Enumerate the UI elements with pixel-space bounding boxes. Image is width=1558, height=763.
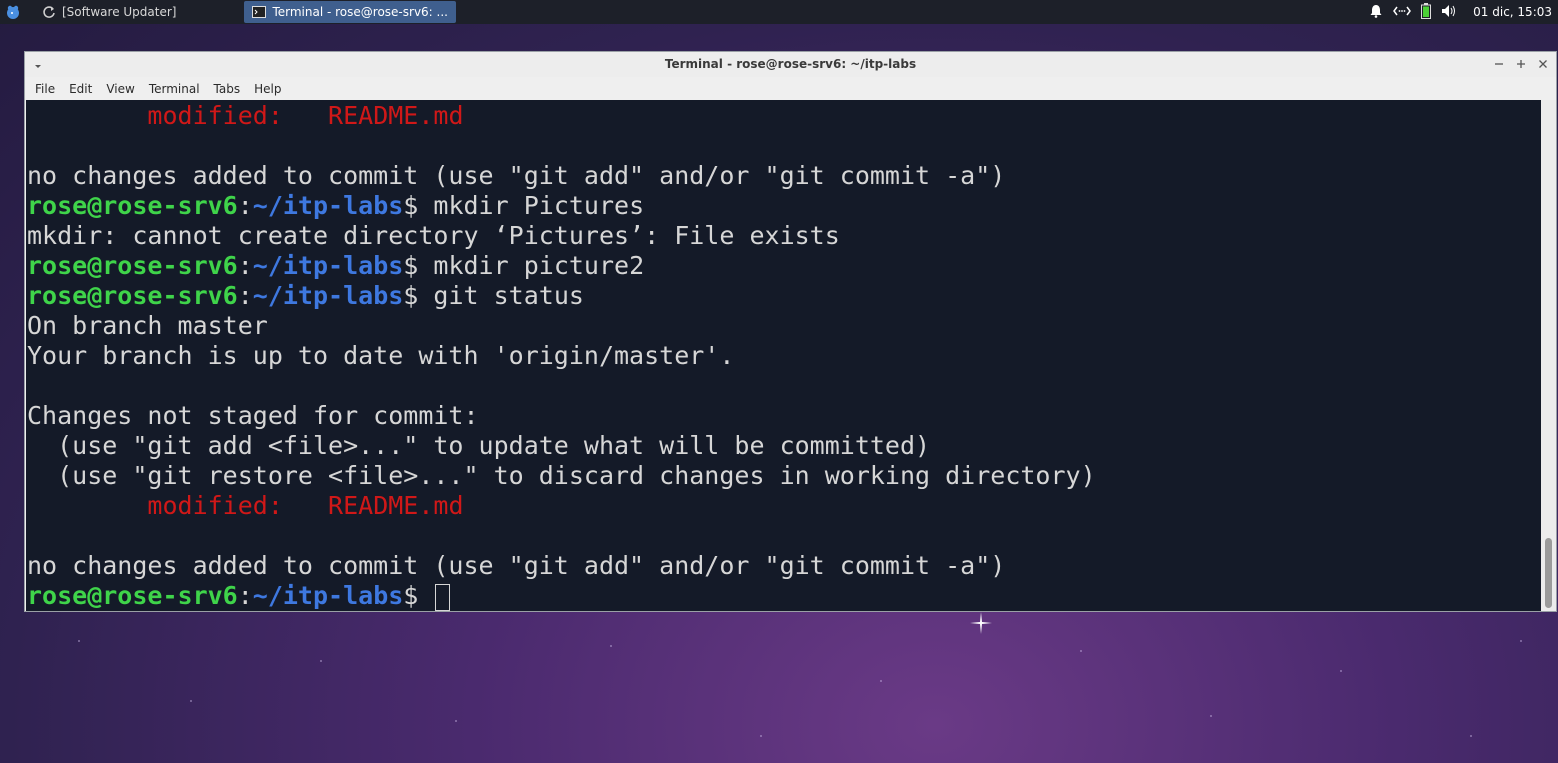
star — [455, 720, 457, 722]
maximize-icon[interactable] — [1514, 56, 1528, 72]
prompt-symbol: $ — [403, 581, 434, 610]
output-line: Changes not staged for commit: — [27, 401, 479, 431]
line-text: (use "git add <file>..." to update what … — [27, 431, 931, 460]
taskbar-item-label: [Software Updater] — [62, 5, 177, 19]
star — [78, 640, 80, 642]
prompt-user: rose@rose-srv6 — [27, 191, 238, 220]
output-line: modified: README.md — [27, 491, 464, 521]
window-title: Terminal - rose@rose-srv6: ~/itp-labs — [664, 57, 917, 71]
command-text: mkdir Pictures — [433, 191, 645, 220]
notification-bell-icon[interactable] — [1369, 4, 1383, 21]
terminal-icon — [252, 5, 267, 19]
line-text: On branch master — [27, 311, 268, 340]
prompt-path: ~/itp-labs — [252, 581, 404, 610]
star — [320, 660, 322, 662]
star — [1080, 650, 1082, 652]
prompt-line: rose@rose-srv6:~/itp-labs$ mkdir Picture… — [27, 191, 644, 221]
battery-level — [1423, 6, 1430, 17]
network-icon[interactable] — [1393, 4, 1412, 21]
star — [610, 645, 612, 647]
whisker-menu-button[interactable] — [0, 0, 26, 24]
menu-file[interactable]: File — [28, 82, 62, 96]
prompt-separator: : — [237, 581, 253, 610]
window-controls — [1492, 56, 1550, 72]
taskbar-item-label: Terminal - rose@rose-srv6: ... — [272, 5, 448, 19]
prompt-separator: : — [237, 281, 253, 310]
scrollbar-thumb[interactable] — [1545, 538, 1552, 608]
prompt-line: rose@rose-srv6:~/itp-labs$ mkdir picture… — [27, 251, 644, 281]
menu-view[interactable]: View — [99, 82, 141, 96]
line-text: modified: README.md — [147, 101, 464, 130]
output-line: mkdir: cannot create directory ‘Pictures… — [27, 221, 840, 251]
output-line: no changes added to commit (use "git add… — [27, 551, 1005, 581]
line-text: modified: README.md — [147, 491, 464, 520]
close-icon[interactable] — [1536, 56, 1550, 72]
star — [1340, 670, 1342, 672]
top-panel: [Software Updater] Terminal - rose@rose-… — [0, 0, 1558, 24]
output-line: (use "git restore <file>..." to discard … — [27, 461, 1096, 491]
star — [1520, 640, 1522, 642]
prompt-user: rose@rose-srv6 — [27, 281, 238, 310]
system-tray: 01 dic, 15:03 — [1369, 0, 1552, 24]
output-line: Your branch is up to date with 'origin/m… — [27, 341, 734, 371]
menu-edit[interactable]: Edit — [62, 82, 99, 96]
command-text: git status — [433, 281, 584, 310]
line-text: (use "git restore <file>..." to discard … — [27, 461, 1096, 490]
output-line: modified: README.md — [27, 101, 464, 131]
prompt-path: ~/itp-labs — [252, 281, 404, 310]
prompt-symbol: $ — [403, 251, 434, 280]
menu-tabs[interactable]: Tabs — [207, 82, 248, 96]
text-cursor — [435, 583, 451, 611]
line-text: no changes added to commit (use "git add… — [27, 551, 1006, 580]
line-text: mkdir: cannot create directory ‘Pictures… — [27, 221, 840, 250]
clock[interactable]: 01 dic, 15:03 — [1473, 5, 1552, 19]
minimize-icon[interactable] — [1492, 56, 1506, 72]
window-menubar: File Edit View Terminal Tabs Help — [25, 77, 1556, 100]
scrollbar[interactable] — [1541, 100, 1556, 611]
terminal-window: Terminal - rose@rose-srv6: ~/itp-labs Fi… — [24, 51, 1557, 612]
refresh-icon — [42, 5, 56, 19]
prompt-separator: : — [237, 191, 253, 220]
xfce-mouse-icon — [7, 5, 19, 19]
prompt-separator: : — [237, 251, 253, 280]
taskbar-item-software-updater[interactable]: [Software Updater] — [34, 1, 184, 23]
menu-terminal[interactable]: Terminal — [142, 82, 207, 96]
terminal-output[interactable]: modified: README.md no changes added to c… — [26, 100, 1542, 611]
volume-icon[interactable] — [1441, 4, 1457, 21]
menu-help[interactable]: Help — [247, 82, 288, 96]
line-text: no changes added to commit (use "git add… — [27, 161, 1006, 190]
line-text: Your branch is up to date with 'origin/m… — [27, 341, 735, 370]
star — [760, 735, 762, 737]
star — [1210, 715, 1212, 717]
star — [880, 680, 882, 682]
prompt-line: rose@rose-srv6:~/itp-labs$ — [27, 581, 451, 611]
battery-icon[interactable] — [1421, 2, 1432, 22]
star — [1470, 735, 1472, 737]
prompt-symbol: $ — [403, 281, 434, 310]
prompt-user: rose@rose-srv6 — [27, 581, 238, 610]
prompt-line: rose@rose-srv6:~/itp-labs$ git status — [27, 281, 584, 311]
output-line: (use "git add <file>..." to update what … — [27, 431, 930, 461]
command-text: mkdir picture2 — [433, 251, 645, 280]
star — [190, 700, 192, 702]
taskbar-item-terminal[interactable]: Terminal - rose@rose-srv6: ... — [244, 1, 456, 23]
line-text: Changes not staged for commit: — [27, 401, 479, 430]
prompt-symbol: $ — [403, 191, 434, 220]
output-line: On branch master — [27, 311, 268, 341]
sparkle-icon — [970, 612, 992, 634]
prompt-user: rose@rose-srv6 — [27, 251, 238, 280]
prompt-path: ~/itp-labs — [252, 251, 404, 280]
prompt-path: ~/itp-labs — [252, 191, 404, 220]
output-line: no changes added to commit (use "git add… — [27, 161, 1005, 191]
window-titlebar[interactable]: Terminal - rose@rose-srv6: ~/itp-labs — [25, 52, 1556, 77]
